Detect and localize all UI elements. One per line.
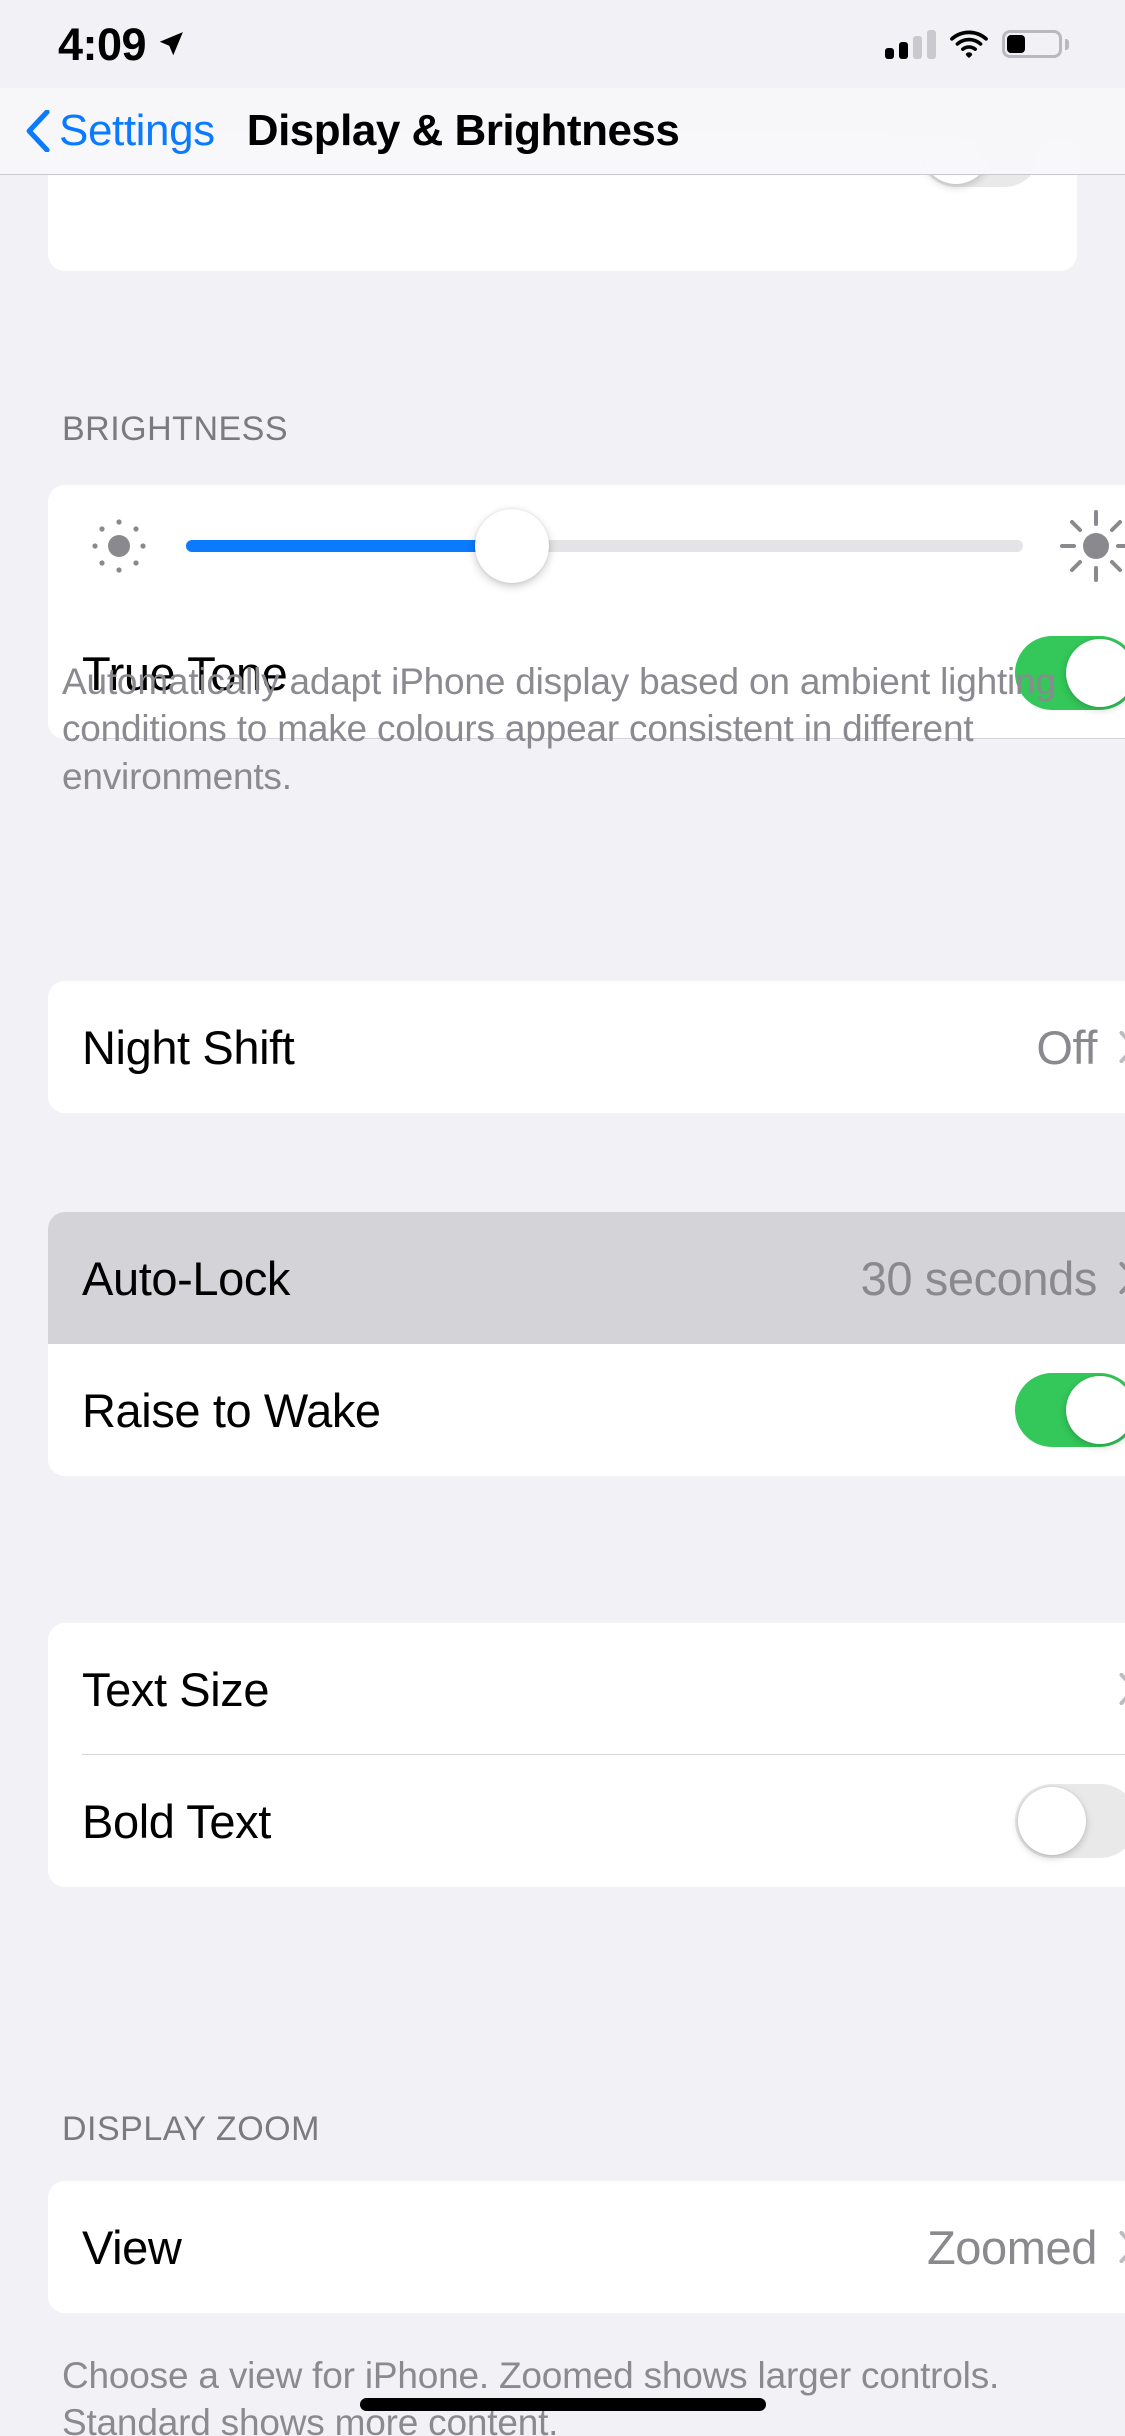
bold-text-label: Bold Text [82, 1794, 271, 1848]
display-zoom-card: View Zoomed [48, 2181, 1125, 2313]
night-shift-row[interactable]: Night Shift Off [48, 981, 1125, 1113]
night-shift-card: Night Shift Off [48, 981, 1125, 1113]
view-value: Zoomed [926, 2220, 1097, 2274]
battery-icon [1002, 30, 1069, 58]
sun-small-icon [92, 519, 146, 573]
auto-lock-row[interactable]: Auto-Lock 30 seconds [48, 1212, 1125, 1344]
navigation-bar: Settings Display & Brightness [0, 88, 1125, 175]
wifi-icon [950, 30, 988, 58]
chevron-right-icon [1119, 2231, 1125, 2263]
location-arrow-icon [159, 32, 183, 56]
text-card: Text Size Bold Text [48, 1623, 1125, 1887]
display-zoom-section-header: DISPLAY ZOOM [62, 2110, 320, 2148]
text-size-label: Text Size [82, 1662, 270, 1716]
chevron-right-icon [1119, 1031, 1125, 1063]
display-zoom-section-footer: Choose a view for iPhone. Zoomed shows l… [62, 2355, 1000, 2436]
brightness-slider-track[interactable] [186, 509, 1023, 583]
brightness-slider-thumb[interactable] [475, 509, 550, 583]
partial-card-above [48, 159, 1077, 271]
lock-card: Auto-Lock 30 seconds Raise to Wake [48, 1212, 1125, 1476]
page-title: Display & Brightness [246, 106, 680, 155]
raise-to-wake-toggle[interactable] [1015, 1373, 1125, 1447]
status-bar-left: 4:09 [58, 22, 186, 67]
night-shift-value: Off [1036, 1020, 1097, 1074]
chevron-right-icon [1119, 1262, 1125, 1294]
chevron-left-icon [26, 110, 50, 152]
status-bar-clock: 4:09 [58, 18, 147, 70]
raise-to-wake-label: Raise to Wake [82, 1383, 381, 1437]
bold-text-row[interactable]: Bold Text [48, 1755, 1125, 1887]
brightness-slider-row[interactable] [48, 485, 1125, 607]
night-shift-label: Night Shift [82, 1020, 295, 1074]
back-button[interactable]: Settings [26, 109, 215, 153]
settings-scroll-view[interactable]: BRIGHTNESS True Tone Automatically adapt… [0, 159, 1125, 2436]
status-bar: 4:09 [0, 0, 1125, 88]
brightness-section-header: BRIGHTNESS [62, 410, 289, 448]
auto-lock-value: 30 seconds [860, 1251, 1098, 1305]
bold-text-toggle[interactable] [1015, 1784, 1125, 1858]
sun-large-icon [1060, 510, 1125, 582]
cellular-signal-icon [885, 29, 936, 59]
chevron-right-icon [1119, 1673, 1125, 1705]
iphone-screen: 4:09 Settings Display & Brightness BRIGH… [0, 0, 1125, 2436]
brightness-section-footer: Automatically adapt iPhone display based… [62, 661, 1056, 797]
status-bar-right [885, 29, 1069, 59]
back-button-label: Settings [59, 106, 215, 155]
raise-to-wake-row[interactable]: Raise to Wake [48, 1344, 1125, 1476]
text-size-row[interactable]: Text Size [48, 1623, 1125, 1755]
view-row[interactable]: View Zoomed [48, 2181, 1125, 2313]
auto-lock-label: Auto-Lock [82, 1251, 291, 1305]
home-indicator [359, 2398, 766, 2411]
view-label: View [82, 2220, 182, 2274]
